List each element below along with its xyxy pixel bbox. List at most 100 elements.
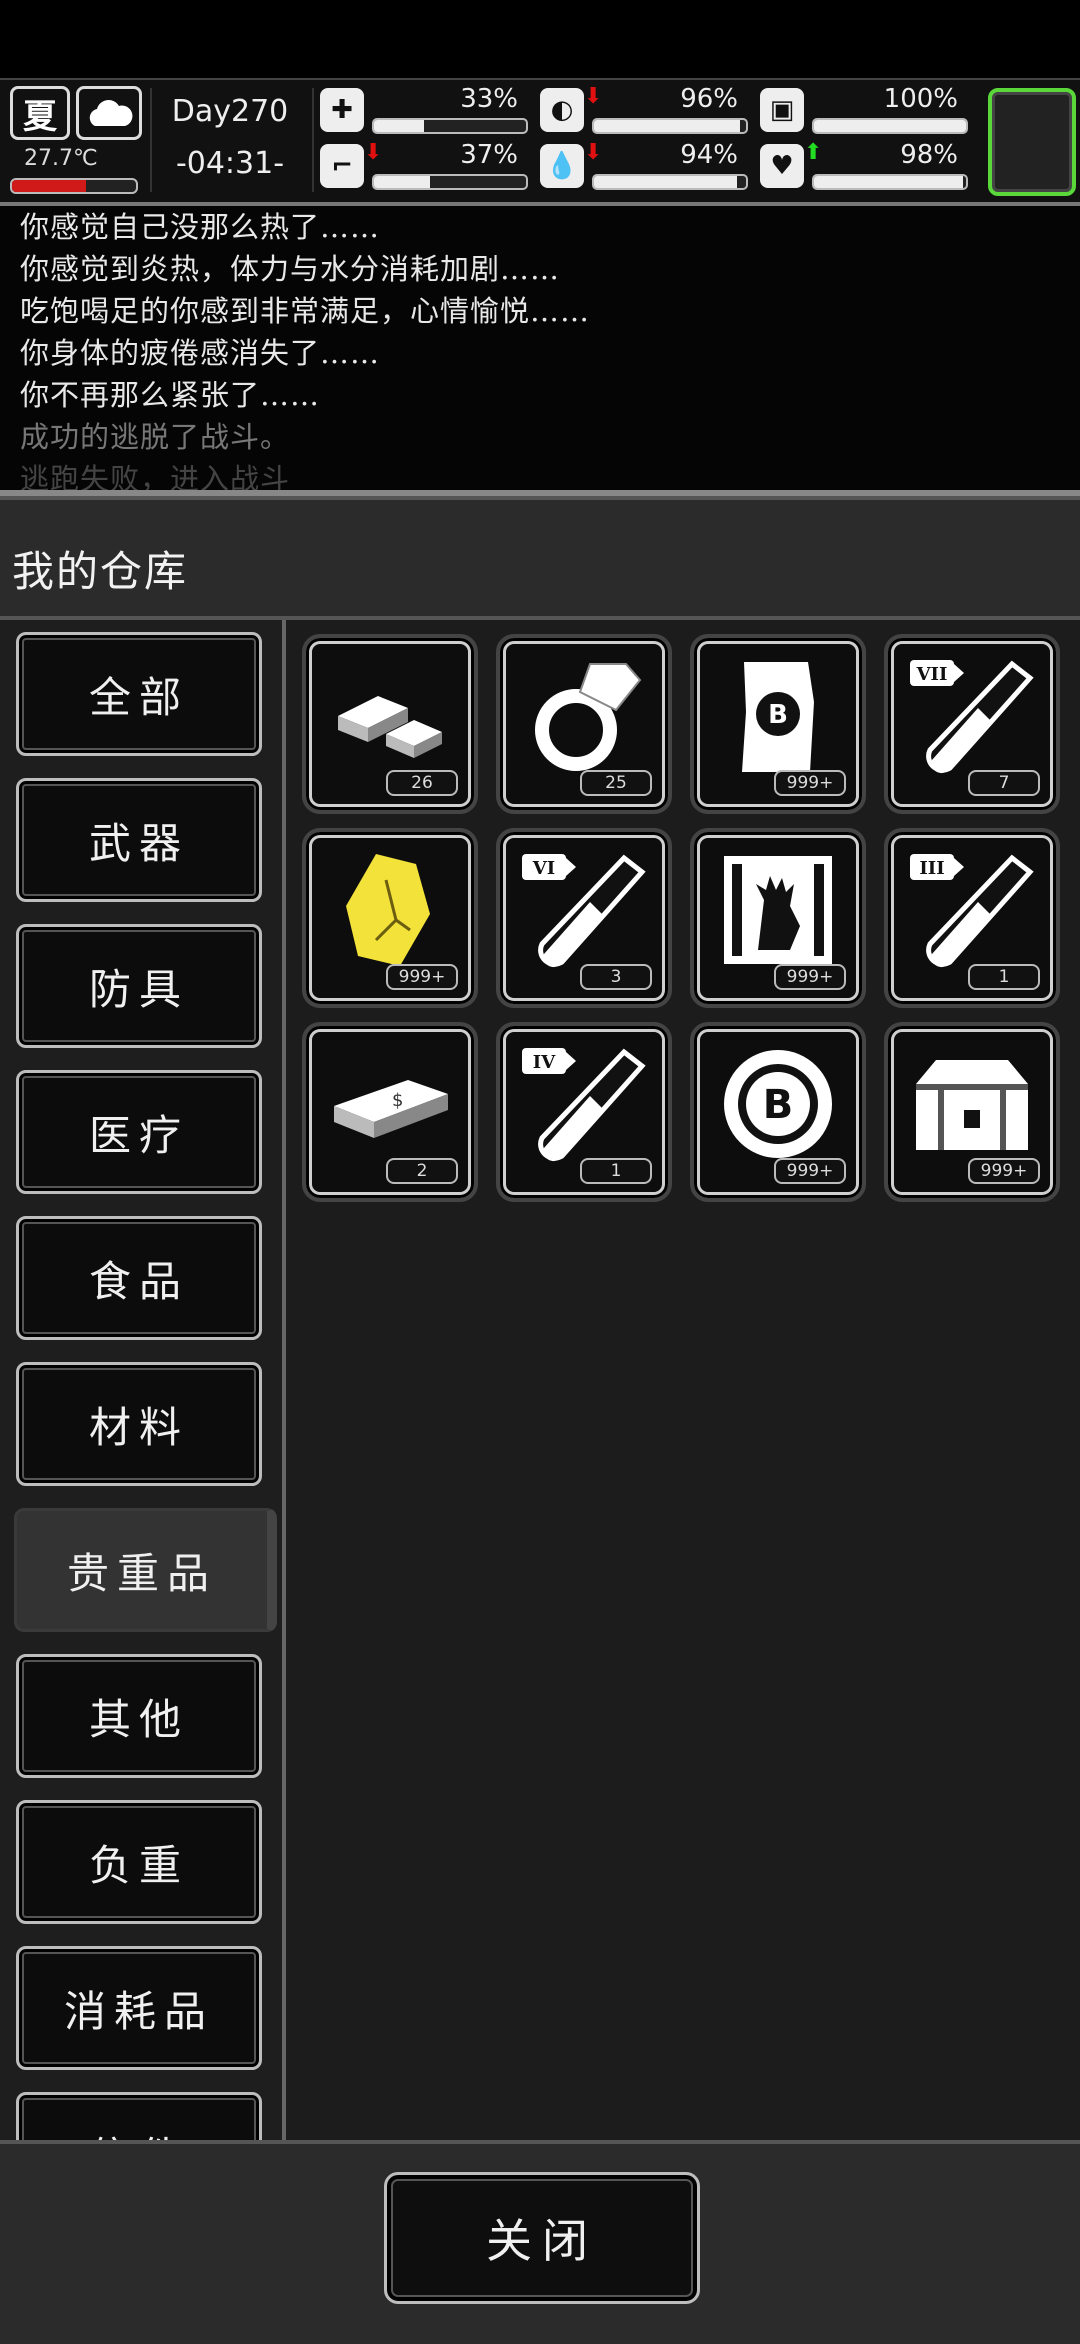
svg-text:III: III (919, 858, 944, 879)
item-count: 999+ (774, 770, 846, 796)
svg-text:IV: IV (533, 1052, 556, 1073)
temperature-bar (10, 178, 138, 194)
coin-note-icon: B (742, 662, 814, 772)
stomach-icon: ◐ (540, 88, 584, 132)
category-letters[interactable]: 信件 (16, 2092, 262, 2140)
stamina-percent: 37% (460, 140, 518, 170)
item-slot-b-token[interactable]: B 999+ (690, 1022, 866, 1202)
svg-text:B: B (768, 700, 788, 730)
treasure-chest-icon (916, 1060, 1028, 1150)
divider (0, 2140, 1080, 2144)
item-count: 7 (968, 770, 1040, 796)
health-bar (372, 118, 528, 134)
item-slot-serum-vi[interactable]: VI 3 (496, 828, 672, 1008)
item-count: 1 (580, 1158, 652, 1184)
health-percent: 33% (460, 84, 518, 114)
log-line: 你身体的疲倦感消失了…… (20, 336, 381, 370)
log-line: 你感觉到炎热，体力与水分消耗加剧…… (20, 252, 561, 286)
mood-percent: 98% (900, 140, 958, 170)
hydration-stat: 💧 ⬇ 94% (540, 140, 758, 194)
stamina-stat: ⌐ ⬇ 37% (320, 140, 538, 194)
status-hud: 夏 27.7℃ Day270 -04:31- ✚ 33% ◐ ⬇ 96% ▣ 1… (0, 78, 1080, 206)
armor-icon: ▣ (760, 88, 804, 132)
item-slot-serum-iv[interactable]: IV 1 (496, 1022, 672, 1202)
season-indicator: 夏 (10, 86, 70, 140)
log-line: 你感觉自己没那么热了…… (20, 210, 381, 244)
gold-bars-icon (338, 696, 442, 758)
mood-stat: ♥ ⬆ 98% (760, 140, 978, 194)
item-slot-coin-note[interactable]: B 999+ (690, 634, 866, 814)
water-drop-icon: 💧 (540, 144, 584, 188)
category-other[interactable]: 其他 (16, 1654, 262, 1778)
item-count: 2 (386, 1158, 458, 1184)
hydration-percent: 94% (680, 140, 738, 170)
svg-text:VI: VI (532, 858, 555, 879)
category-medical[interactable]: 医疗 (16, 1070, 262, 1194)
trend-up-icon: ⬆ (804, 140, 823, 165)
cash-stack-icon: $ (334, 1080, 448, 1138)
panel-title: 我的仓库 (12, 547, 189, 596)
divider (312, 88, 314, 192)
day-counter: Day270 (171, 94, 289, 129)
test-tube-iii-icon: III (910, 854, 1034, 968)
item-slot-gold-bars[interactable]: 26 (302, 634, 478, 814)
satiety-percent: 96% (680, 84, 738, 114)
crystal-icon (346, 854, 430, 966)
log-line: 吃饱喝足的你感到非常满足，心情愉悦…… (20, 294, 591, 328)
log-line: 成功的逃脱了战斗。 (20, 420, 291, 454)
temperature-text: 27.7℃ (24, 146, 98, 171)
heart-icon: ♥ (760, 144, 804, 188)
zombie-ticket-icon (724, 856, 832, 964)
medkit-icon: ✚ (320, 88, 364, 132)
item-count: 999+ (774, 1158, 846, 1184)
item-count: 25 (580, 770, 652, 796)
category-valuables[interactable]: 贵重品 (14, 1508, 277, 1632)
item-slot-serum-iii[interactable]: III 1 (884, 828, 1060, 1008)
trend-down-icon: ⬇ (364, 140, 383, 165)
category-armor[interactable]: 防具 (16, 924, 262, 1048)
category-consumables[interactable]: 消耗品 (16, 1946, 262, 2070)
close-button[interactable]: 关闭 (384, 2172, 700, 2304)
item-slot-chest[interactable]: 999+ (884, 1022, 1060, 1202)
protection-stat: ▣ 100% (760, 84, 978, 138)
foot-icon: ⌐ (320, 144, 364, 188)
item-count: 999+ (968, 1158, 1040, 1184)
log-line: 你不再那么紧张了…… (20, 378, 321, 412)
satiety-bar (592, 118, 748, 134)
item-count: 26 (386, 770, 458, 796)
svg-text:VII: VII (916, 664, 948, 685)
item-slot-zombie-ticket[interactable]: 999+ (690, 828, 866, 1008)
test-tube-vii-icon: VII (910, 660, 1034, 774)
category-materials[interactable]: 材料 (16, 1362, 262, 1486)
equipment-slot[interactable] (988, 88, 1076, 196)
item-slot-crystal[interactable]: 999+ (302, 828, 478, 1008)
protection-percent: 100% (883, 84, 958, 114)
hydration-bar (592, 174, 748, 190)
svg-text:B: B (763, 1082, 794, 1128)
item-slot-serum-vii[interactable]: VII 7 (884, 634, 1060, 814)
message-log: 你感觉自己没那么热了…… 你感觉到炎热，体力与水分消耗加剧…… 吃饱喝足的你感到… (0, 206, 1080, 496)
mood-bar (812, 174, 968, 190)
item-count: 1 (968, 964, 1040, 990)
satiety-stat: ◐ ⬇ 96% (540, 84, 758, 138)
health-stat: ✚ 33% (320, 84, 538, 138)
protection-bar (812, 118, 968, 134)
item-grid: 26 25 B 999+ VII 7 999+ VI 3 999+ III 1 … (286, 620, 1080, 2140)
test-tube-iv-icon: IV (522, 1048, 646, 1162)
category-all[interactable]: 全部 (16, 632, 262, 756)
clock-text: -04:31- (175, 146, 285, 181)
trend-down-icon: ⬇ (584, 84, 603, 109)
category-weapons[interactable]: 武器 (16, 778, 262, 902)
item-slot-cash[interactable]: $ 2 (302, 1022, 478, 1202)
log-line: 逃跑失败，进入战斗 (20, 462, 291, 496)
cloud-icon (76, 86, 142, 140)
category-sidebar[interactable]: 全部 武器 防具 医疗 食品 材料 贵重品 其他 负重 消耗品 信件 (0, 620, 286, 2140)
category-food[interactable]: 食品 (16, 1216, 262, 1340)
svg-text:$: $ (392, 1090, 403, 1111)
diamond-ring-icon (535, 663, 642, 771)
category-load[interactable]: 负重 (16, 1800, 262, 1924)
item-slot-ring[interactable]: 25 (496, 634, 672, 814)
test-tube-vi-icon: VI (522, 854, 646, 968)
item-count: 999+ (386, 964, 458, 990)
storage-panel: 我的仓库 全部 武器 防具 医疗 食品 材料 贵重品 其他 负重 消耗品 信件 … (0, 496, 1080, 2344)
